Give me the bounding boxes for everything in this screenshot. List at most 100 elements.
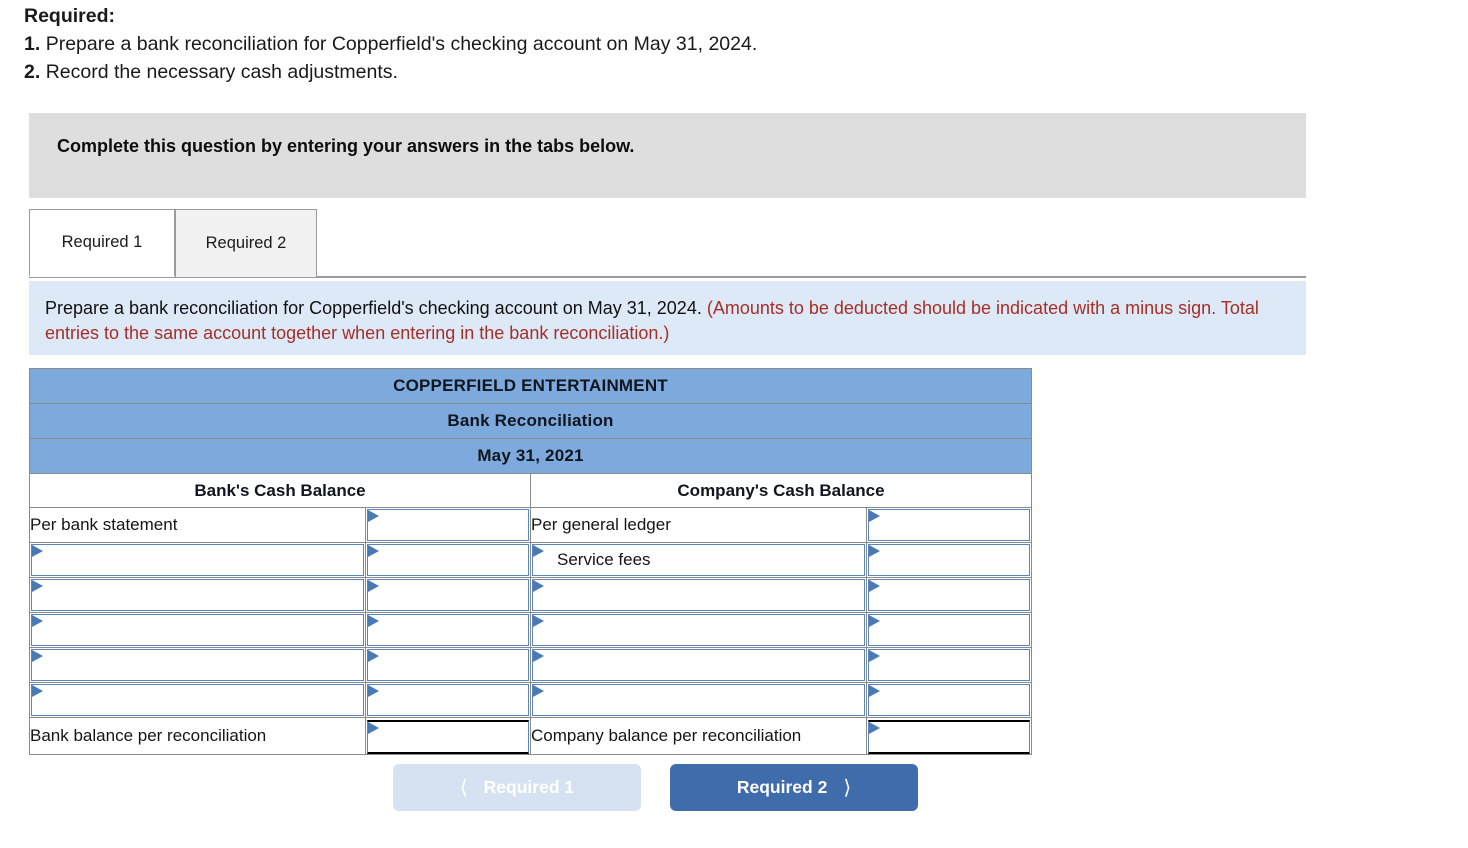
bank-amount-cell-2[interactable] <box>365 577 531 613</box>
table-row: Per bank statement Per general ledger <box>29 507 1032 543</box>
bank-amount-cell-3[interactable] <box>365 612 531 648</box>
company-amount-cell-4[interactable] <box>866 647 1032 683</box>
bank-amount-input-0[interactable] <box>367 509 529 541</box>
dropdown-marker-icon <box>869 510 880 522</box>
company-total-amount-input[interactable] <box>868 719 1030 754</box>
bank-label-select-3[interactable] <box>31 614 364 646</box>
company-label-select-2[interactable] <box>532 579 865 611</box>
dropdown-marker-icon <box>368 510 379 522</box>
company-label-cell-2[interactable] <box>530 577 867 613</box>
required-item-1-number: 1. <box>24 33 41 55</box>
company-label-cell-3[interactable] <box>530 612 867 648</box>
bank-label-select-4[interactable] <box>31 649 364 681</box>
table-row <box>29 647 1032 683</box>
company-amount-cell-2[interactable] <box>866 577 1032 613</box>
bank-label-cell-2[interactable] <box>29 577 366 613</box>
company-amount-input-3[interactable] <box>868 614 1030 646</box>
bank-total-amount-input[interactable] <box>367 719 529 754</box>
dropdown-marker-icon <box>533 615 544 627</box>
bank-label-cell-3[interactable] <box>29 612 366 648</box>
company-amount-input-5[interactable] <box>868 684 1030 716</box>
tab-strip: Required 1 Required 2 <box>29 209 1306 278</box>
required-item-1-text: Prepare a bank reconciliation for Copper… <box>45 33 758 55</box>
dropdown-marker-icon <box>32 615 43 627</box>
dropdown-marker-icon <box>533 545 544 557</box>
dropdown-marker-icon <box>533 685 544 697</box>
bank-label-cell-1[interactable] <box>29 542 366 578</box>
bank-amount-input-2[interactable] <box>367 579 529 611</box>
table-column-header-row: Bank's Cash Balance Company's Cash Balan… <box>29 473 1032 508</box>
chevron-right-icon: ⟩ <box>843 777 852 799</box>
bank-label-cell-5[interactable] <box>29 682 366 718</box>
next-required-2-button[interactable]: Required 2 ⟩ <box>670 764 918 811</box>
instruction-banner: Complete this question by entering your … <box>29 113 1306 198</box>
company-amount-input-0[interactable] <box>868 509 1030 541</box>
dropdown-marker-icon <box>32 650 43 662</box>
bank-label-select-5[interactable] <box>31 684 364 716</box>
required-intro: Required: 1. Prepare a bank reconciliati… <box>24 2 1324 86</box>
bank-amount-input-4[interactable] <box>367 649 529 681</box>
required-item-2-text: Record the necessary cash adjustments. <box>45 61 398 83</box>
bank-amount-cell-4[interactable] <box>365 647 531 683</box>
dropdown-marker-icon <box>368 650 379 662</box>
company-total-label: Company balance per reconciliation <box>530 717 867 755</box>
company-label-0: Per general ledger <box>530 507 867 543</box>
bank-amount-cell-5[interactable] <box>365 682 531 718</box>
dropdown-marker-icon <box>32 545 43 557</box>
bank-amount-input-1[interactable] <box>367 544 529 576</box>
bank-amount-input-3[interactable] <box>367 614 529 646</box>
tab-required-1[interactable]: Required 1 <box>29 209 175 277</box>
dropdown-marker-icon <box>368 545 379 557</box>
company-amount-cell-3[interactable] <box>866 612 1032 648</box>
instruction-banner-text: Complete this question by entering your … <box>57 136 635 156</box>
table-title-row-date: May 31, 2021 <box>29 438 1032 474</box>
bank-amount-cell-1[interactable] <box>365 542 531 578</box>
dropdown-marker-icon <box>869 685 880 697</box>
company-amount-input-2[interactable] <box>868 579 1030 611</box>
company-amount-cell-0[interactable] <box>866 507 1032 543</box>
required-item-2-number: 2. <box>24 61 41 83</box>
required-item-1: 1. Prepare a bank reconciliation for Cop… <box>24 30 1324 58</box>
company-label-cell-4[interactable] <box>530 647 867 683</box>
question-instruction-main: Prepare a bank reconciliation for Copper… <box>45 298 702 318</box>
dropdown-marker-icon <box>533 580 544 592</box>
dropdown-marker-icon <box>869 721 880 734</box>
company-label-cell-5[interactable] <box>530 682 867 718</box>
column-header-bank: Bank's Cash Balance <box>29 473 531 508</box>
question-instruction-panel: Prepare a bank reconciliation for Copper… <box>29 281 1306 355</box>
dropdown-marker-icon <box>368 721 379 734</box>
bank-label-select-1[interactable] <box>31 544 364 576</box>
dropdown-marker-icon <box>869 650 880 662</box>
table-title-row-statement: Bank Reconciliation <box>29 403 1032 439</box>
dropdown-marker-icon <box>368 685 379 697</box>
bank-label-cell-4[interactable] <box>29 647 366 683</box>
required-heading: Required: <box>24 5 116 27</box>
company-amount-input-4[interactable] <box>868 649 1030 681</box>
company-amount-input-1[interactable] <box>868 544 1030 576</box>
company-amount-cell-1[interactable] <box>866 542 1032 578</box>
company-label-cell-1[interactable]: Service fees <box>530 542 867 578</box>
company-total-amount-cell[interactable] <box>866 717 1032 755</box>
bank-amount-cell-0[interactable] <box>365 507 531 543</box>
prev-required-1-button[interactable]: ⟨ Required 1 <box>393 764 641 811</box>
dropdown-marker-icon <box>32 580 43 592</box>
bank-total-amount-cell[interactable] <box>365 717 531 755</box>
tab-required-2[interactable]: Required 2 <box>175 209 317 277</box>
dropdown-marker-icon <box>869 545 880 557</box>
company-label-select-1[interactable]: Service fees <box>532 544 865 576</box>
bank-label-0: Per bank statement <box>29 507 366 543</box>
bank-total-label: Bank balance per reconciliation <box>29 717 366 755</box>
company-amount-cell-5[interactable] <box>866 682 1032 718</box>
table-row: Service fees <box>29 542 1032 578</box>
company-label-select-4[interactable] <box>532 649 865 681</box>
tab-required-1-label: Required 1 <box>61 233 143 251</box>
company-label-select-3[interactable] <box>532 614 865 646</box>
company-label-select-5[interactable] <box>532 684 865 716</box>
bank-amount-input-5[interactable] <box>367 684 529 716</box>
bank-label-select-2[interactable] <box>31 579 364 611</box>
dropdown-marker-icon <box>869 580 880 592</box>
bank-reconciliation-table: COPPERFIELD ENTERTAINMENT Bank Reconcili… <box>29 368 1032 755</box>
dropdown-marker-icon <box>368 580 379 592</box>
dropdown-marker-icon <box>869 615 880 627</box>
company-label-value-1: Service fees <box>557 550 651 569</box>
